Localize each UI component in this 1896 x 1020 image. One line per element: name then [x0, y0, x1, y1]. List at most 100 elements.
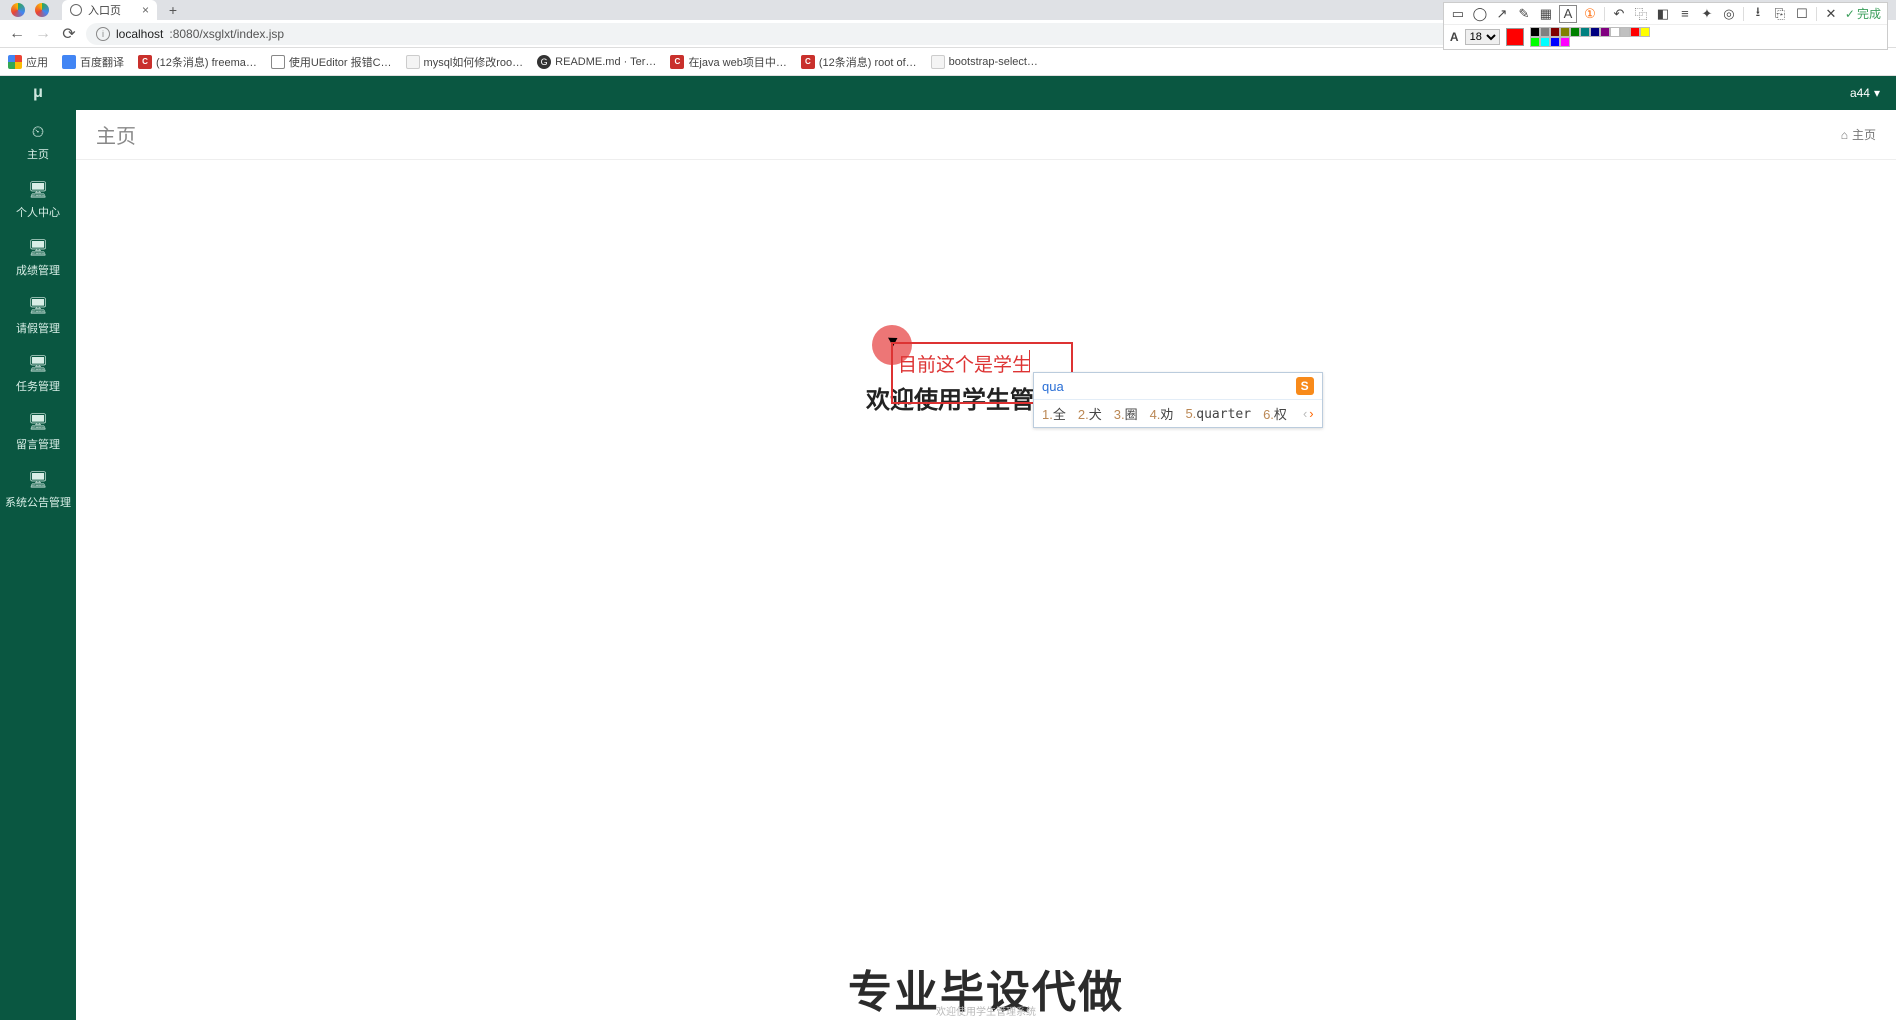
pinned-tab-2[interactable]: [30, 0, 54, 20]
pinned-tabs: [0, 0, 54, 20]
fav-icon: C: [138, 55, 152, 69]
color-swatch[interactable]: [1560, 37, 1570, 47]
color-swatch[interactable]: [1540, 37, 1550, 47]
sidebar-item-1[interactable]: 🖥个人中心: [0, 172, 76, 230]
bookmark-label: (12条消息) root of…: [819, 54, 917, 70]
text-caret: [1029, 350, 1030, 372]
sidebar-item-3[interactable]: 🖥请假管理: [0, 288, 76, 346]
pencil-tool-icon[interactable]: ✎: [1516, 6, 1532, 22]
bookmark-item-7[interactable]: bootstrap-select…: [931, 55, 1038, 69]
download-icon[interactable]: ⭳: [1750, 6, 1766, 22]
back-button[interactable]: ←: [8, 25, 26, 43]
close-tab-icon[interactable]: ×: [142, 3, 149, 17]
breadcrumb[interactable]: ⌂ 主页: [1841, 126, 1876, 143]
cancel-icon[interactable]: ✕: [1823, 6, 1839, 22]
user-menu[interactable]: a44 ▾: [1850, 86, 1896, 100]
color-swatch[interactable]: [1620, 27, 1630, 37]
mosaic-tool-icon[interactable]: ▦: [1538, 6, 1554, 22]
globe-icon: [70, 4, 82, 16]
color-swatch[interactable]: [1530, 37, 1540, 47]
ime-candidate[interactable]: 6.权: [1263, 404, 1287, 423]
sidebar-item-5[interactable]: 🖥留言管理: [0, 404, 76, 462]
bookmark-item-2[interactable]: 使用UEditor 报错C…: [271, 54, 392, 70]
magic-icon[interactable]: ✦: [1699, 6, 1715, 22]
bookmark-item-1[interactable]: C(12条消息) freema…: [138, 54, 257, 70]
reload-button[interactable]: ⟳: [60, 25, 78, 43]
color-swatch[interactable]: [1610, 27, 1620, 37]
sidebar-item-2[interactable]: 🖥成绩管理: [0, 230, 76, 288]
color-palette: [1530, 27, 1650, 47]
pinned-tab-1[interactable]: [6, 0, 30, 20]
undo-icon[interactable]: ↶: [1611, 6, 1627, 22]
rect-tool-icon[interactable]: ▭: [1450, 6, 1466, 22]
crumb-label: 主页: [1852, 126, 1876, 143]
target-icon[interactable]: ◎: [1721, 6, 1737, 22]
color-swatch[interactable]: [1550, 27, 1560, 37]
separator: [1743, 7, 1744, 21]
page-title: 主页: [96, 120, 136, 149]
color-swatch[interactable]: [1540, 27, 1550, 37]
bookmark-item-6[interactable]: C(12条消息) root of…: [801, 54, 917, 70]
arrow-tool-icon[interactable]: ↗: [1494, 6, 1510, 22]
sidebar-item-4[interactable]: 🖥任务管理: [0, 346, 76, 404]
site-info-icon[interactable]: i: [96, 27, 110, 41]
circle-tool-icon[interactable]: ◯: [1472, 6, 1488, 22]
work-area: ⏲主页🖥个人中心🖥成绩管理🖥请假管理🖥任务管理🖥留言管理🖥系统公告管理 主页 ⌂…: [0, 110, 1896, 1020]
apps-shortcut[interactable]: 应用: [8, 54, 48, 70]
selected-color-swatch[interactable]: [1506, 28, 1524, 46]
new-tab-button[interactable]: +: [163, 2, 183, 18]
ime-candidate[interactable]: 3.圈: [1114, 404, 1138, 423]
ime-input-row: qua S: [1034, 373, 1322, 399]
bookmark-item-0[interactable]: 百度翻译: [62, 54, 124, 70]
bookmark-item-3[interactable]: mysql如何修改roo…: [406, 54, 524, 70]
pin-icon[interactable]: ☐: [1794, 6, 1810, 22]
sidebar-label: 请假管理: [16, 323, 60, 335]
font-size-select[interactable]: 18: [1465, 29, 1500, 45]
user-name: a44: [1850, 86, 1870, 100]
prev-icon[interactable]: ‹: [1303, 406, 1307, 421]
color-swatch[interactable]: [1580, 27, 1590, 37]
ime-candidates-row: 1.全 2.犬 3.圈 4.劝 5.quarter 6.权 ‹›: [1034, 399, 1322, 427]
text-tool-icon[interactable]: A: [1560, 6, 1576, 22]
forward-button[interactable]: →: [34, 25, 52, 43]
align-icon[interactable]: ≡: [1677, 6, 1693, 22]
color-swatch[interactable]: [1640, 27, 1650, 37]
done-button[interactable]: ✓完成: [1845, 5, 1881, 22]
ime-candidate[interactable]: 2.犬: [1078, 404, 1102, 423]
color-swatch[interactable]: [1590, 27, 1600, 37]
monitor-icon: 🖥: [0, 238, 76, 258]
color-swatch[interactable]: [1630, 27, 1640, 37]
fav-icon: [931, 55, 945, 69]
app-logo[interactable]: μ: [0, 84, 76, 102]
bookmark-item-5[interactable]: C在java web项目中…: [670, 54, 786, 70]
app-header: μ a44 ▾: [0, 76, 1896, 110]
ime-candidate[interactable]: 4.劝: [1150, 404, 1174, 423]
color-swatch[interactable]: [1560, 27, 1570, 37]
snip-style-row: A 18: [1444, 25, 1887, 49]
bookmark-item-4[interactable]: GREADME.md · Ter…: [537, 55, 656, 69]
bookmark-label: 使用UEditor 报错C…: [289, 54, 392, 70]
sidebar-item-6[interactable]: 🖥 系统公告管理: [0, 462, 76, 520]
sidebar-item-0[interactable]: ⏲主页: [0, 116, 76, 172]
overlay-icon[interactable]: ◧: [1655, 6, 1671, 22]
counter-tool-icon[interactable]: ①: [1582, 6, 1598, 22]
bookmark-label: 在java web项目中…: [688, 54, 786, 70]
fav-icon: [406, 55, 420, 69]
ime-candidate[interactable]: 1.全: [1042, 404, 1066, 423]
screenshot-toolbar: ▭ ◯ ↗ ✎ ▦ A ① ↶ ⿻ ◧ ≡ ✦ ◎ ⭳ ⎘ ☐ ✕ ✓完成 A …: [1443, 2, 1888, 50]
color-swatch[interactable]: [1550, 37, 1560, 47]
crop-icon[interactable]: ⿻: [1633, 6, 1649, 22]
color-swatch[interactable]: [1570, 27, 1580, 37]
fav-icon: [62, 55, 76, 69]
ime-candidate[interactable]: 5.quarter: [1185, 406, 1251, 422]
color-swatch[interactable]: [1530, 27, 1540, 37]
monitor-icon: 🖥: [0, 470, 76, 490]
next-icon[interactable]: ›: [1309, 406, 1313, 421]
active-tab[interactable]: 入口页 ×: [62, 0, 157, 20]
sidebar-label: 系统公告管理: [5, 497, 71, 509]
sidebar-label: 主页: [27, 149, 49, 161]
color-swatch[interactable]: [1600, 27, 1610, 37]
fav-icon: G: [537, 55, 551, 69]
clipboard-icon[interactable]: ⎘: [1772, 6, 1788, 22]
ime-page-nav[interactable]: ‹›: [1303, 406, 1314, 421]
